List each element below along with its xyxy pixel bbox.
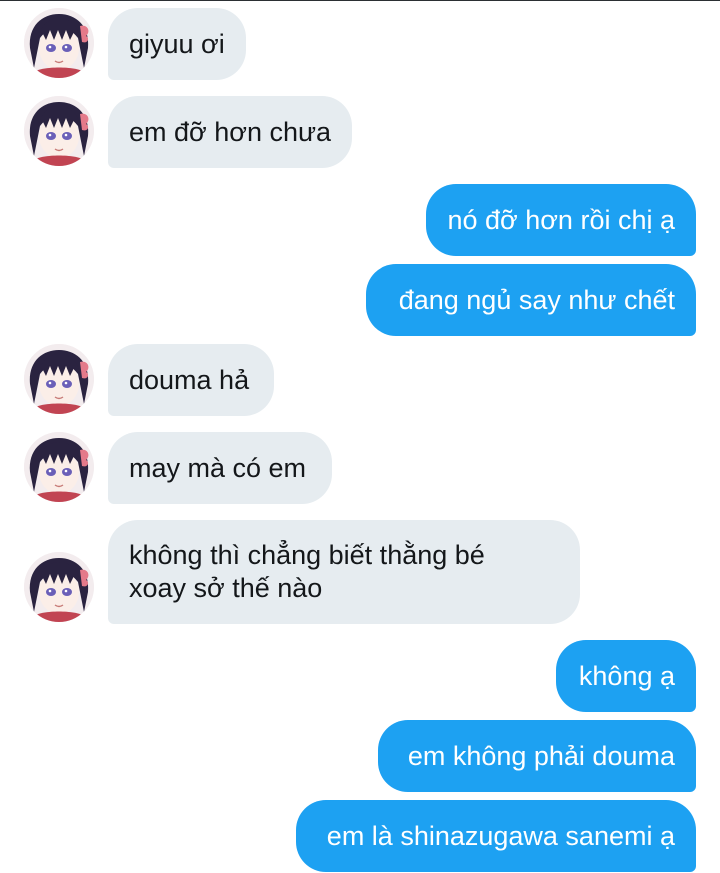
outgoing-message[interactable]: em không phải douma [378, 720, 696, 792]
message-text: douma hả [129, 364, 250, 395]
incoming-message[interactable]: em đỡ hơn chưa [108, 96, 352, 168]
message-text: em đỡ hơn chưa [129, 116, 332, 147]
message-text: em là shinazugawa sanemi ạ [326, 820, 675, 851]
incoming-message[interactable]: không thì chẳng biết thằng bé xoay sở th… [108, 520, 580, 624]
top-divider [0, 0, 720, 1]
outgoing-message[interactable]: đang ngủ say như chết [366, 264, 696, 336]
incoming-message[interactable]: giyuu ơi [108, 8, 246, 80]
message-text: giyuu ơi [129, 28, 225, 59]
incoming-message[interactable]: may mà có em [108, 432, 332, 504]
avatar[interactable] [24, 552, 94, 622]
message-text: đang ngủ say như chết [398, 284, 675, 315]
outgoing-message[interactable]: không ạ [556, 640, 696, 712]
avatar[interactable] [24, 8, 94, 78]
message-text: em không phải douma [407, 740, 675, 771]
incoming-message[interactable]: douma hả [108, 344, 274, 416]
contact-avatar-icon [24, 8, 94, 78]
message-text: may mà có em [129, 452, 307, 483]
message-text: không ạ [578, 660, 675, 691]
message-text-line-1: không thì chẳng biết thằng bé [129, 540, 485, 570]
outgoing-message[interactable]: em là shinazugawa sanemi ạ [296, 800, 696, 872]
contact-avatar-icon [24, 432, 94, 502]
contact-avatar-icon [24, 344, 94, 414]
avatar[interactable] [24, 96, 94, 166]
avatar[interactable] [24, 344, 94, 414]
contact-avatar-icon [24, 552, 94, 622]
message-text: nó đỡ hơn rồi chị ạ [447, 204, 675, 235]
contact-avatar-icon [24, 96, 94, 166]
outgoing-message[interactable]: nó đỡ hơn rồi chị ạ [426, 184, 696, 256]
avatar[interactable] [24, 432, 94, 502]
message-text-line-2: xoay sở thế nào [129, 573, 323, 603]
